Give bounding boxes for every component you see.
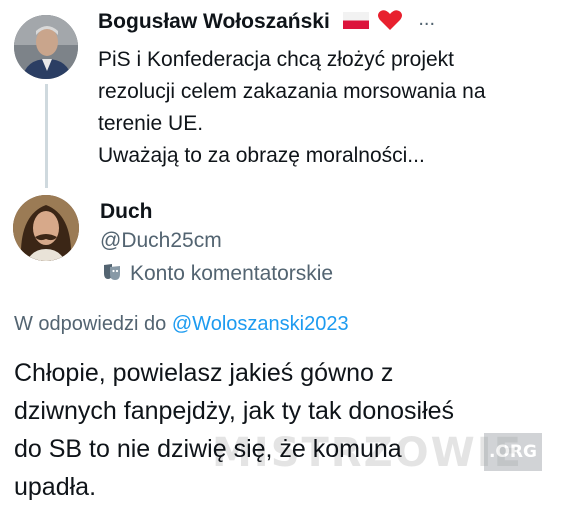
reply-prefix: W odpowiedzi do	[14, 313, 167, 335]
parent-text-line: Uważają to za obrazę moralności...	[98, 144, 425, 167]
avatar-photo-icon	[14, 15, 78, 79]
parent-text-line: terenie UE.	[98, 112, 204, 135]
reply-text-line: do SB to nie dziwię się, że komuna	[14, 435, 402, 463]
red-heart-icon	[377, 10, 402, 31]
reply-tweet-text: Chłopie, powielasz jakieś gówno z dziwny…	[14, 354, 564, 506]
parent-text-line: rezolucji celem zakazania morsowania na	[98, 80, 486, 103]
avatar-photo-icon	[13, 195, 79, 261]
poland-flag-icon	[342, 11, 369, 29]
parent-author[interactable]: Bogusław Wołoszański ...	[98, 8, 435, 34]
parent-tweet-text: PiS i Konfederacja chcą złożyć projekt r…	[98, 44, 560, 172]
reply-text-line: dziwnych fanpejdży, jak ty tak donosiłeś	[14, 397, 455, 425]
account-type-text: Konto komentatorskie	[130, 262, 334, 285]
reply-text-line: Chłopie, powielasz jakieś gówno z	[14, 359, 394, 387]
more-options[interactable]: ...	[418, 8, 435, 31]
account-type-label: Konto komentatorskie	[102, 262, 333, 286]
parent-author-name[interactable]: Bogusław Wołoszański	[98, 10, 330, 33]
reply-author-name[interactable]: Duch	[100, 200, 153, 224]
theater-mask-icon	[104, 264, 120, 281]
author-avatar[interactable]	[14, 15, 78, 79]
reply-text-line: upadła.	[14, 473, 97, 501]
thread-connector-line	[45, 84, 48, 188]
reply-author-handle[interactable]: @Duch25cm	[100, 229, 222, 253]
reply-to-handle-link[interactable]: @Woloszanski2023	[172, 313, 349, 335]
reply-author-avatar[interactable]	[13, 195, 79, 261]
reply-context: W odpowiedzi do @Woloszanski2023	[14, 313, 349, 336]
parent-text-line: PiS i Konfederacja chcą złożyć projekt	[98, 48, 455, 71]
